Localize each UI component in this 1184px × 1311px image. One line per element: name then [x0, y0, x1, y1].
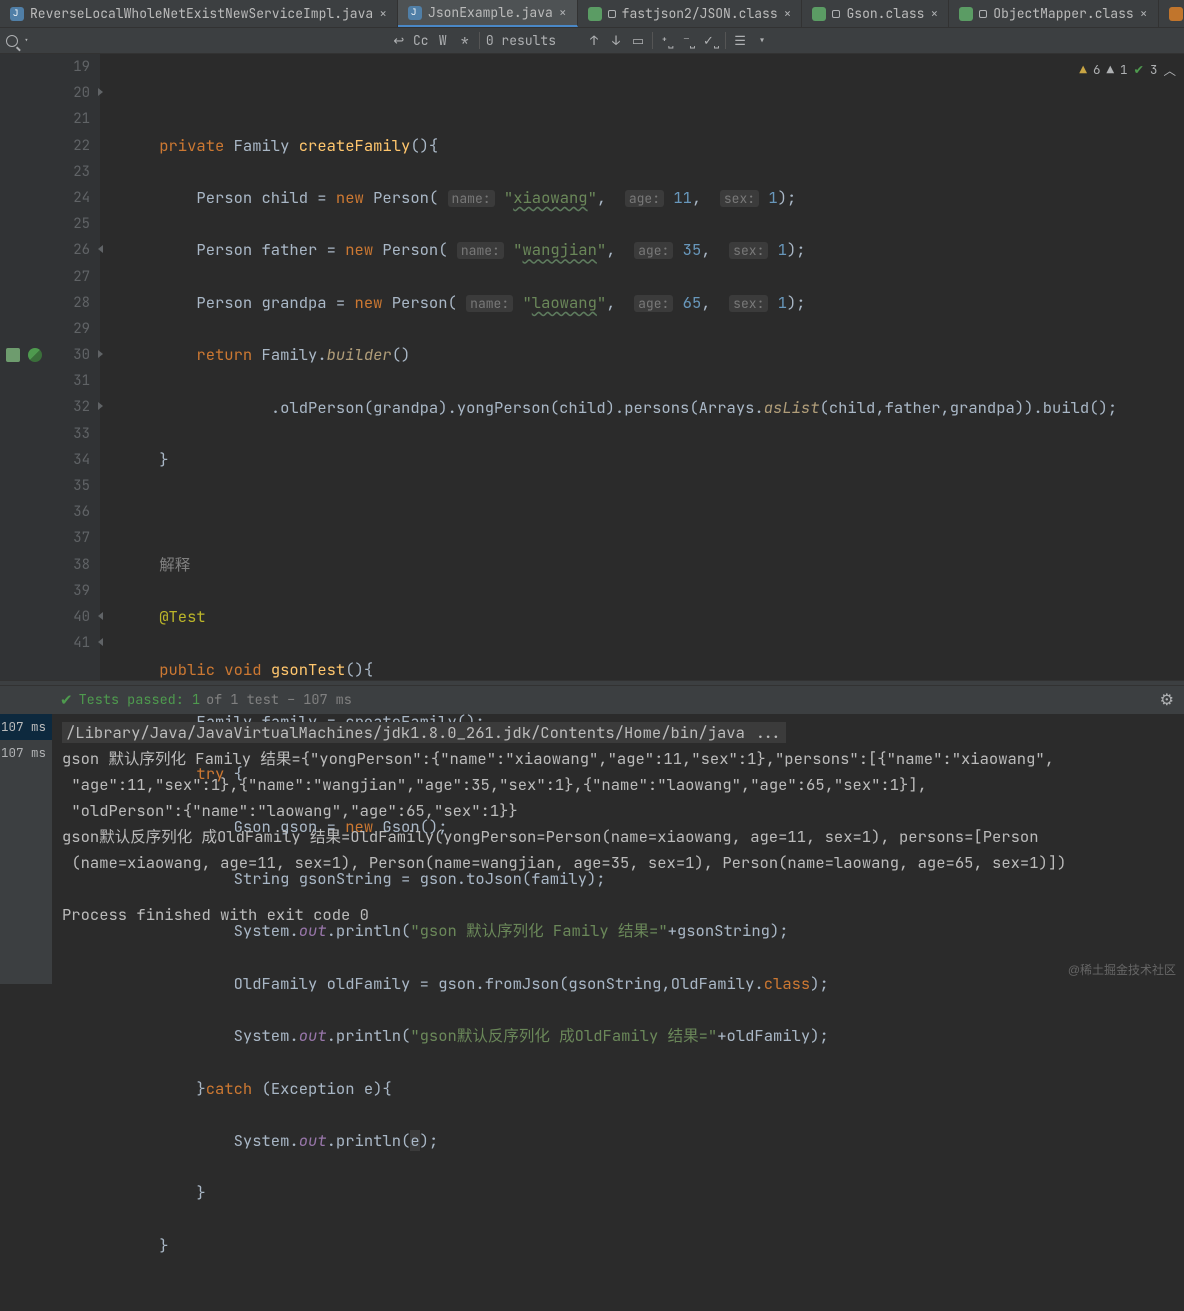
line-number: 35: [0, 473, 90, 499]
tab-objectmapper[interactable]: ObjectMapper.class×: [949, 0, 1158, 27]
fold-end-icon[interactable]: [96, 638, 106, 648]
line-number: 21: [0, 106, 90, 132]
typo-icon: ✔: [1133, 61, 1143, 78]
line-number: 24: [0, 185, 90, 211]
tests-passed-label: Tests passed: 1: [79, 691, 201, 709]
line-number: 27: [0, 264, 90, 290]
inspections-widget[interactable]: ▲6 ▲1 ✔3 ︿: [1079, 60, 1176, 79]
line-number: 22: [0, 133, 90, 159]
lock-icon: [832, 10, 840, 18]
match-case-button[interactable]: Cc: [413, 32, 429, 49]
fold-icon[interactable]: [96, 402, 106, 412]
newline-icon[interactable]: ↩: [391, 32, 407, 49]
test-duration[interactable]: 107 ms: [0, 740, 52, 766]
close-icon[interactable]: ×: [379, 5, 387, 22]
gear-icon[interactable]: ⚙: [1160, 689, 1174, 710]
editor-tabs: ReverseLocalWholeNetExistNewServiceImpl.…: [0, 0, 1184, 28]
line-number: 38: [0, 552, 90, 578]
class-icon: [588, 7, 602, 21]
options-icon[interactable]: ☰: [732, 32, 748, 49]
line-number: 28: [0, 290, 90, 316]
line-number: 20: [0, 80, 90, 106]
code-area[interactable]: private Family createFamily(){ Person ch…: [100, 54, 1117, 680]
diff-marker-icon[interactable]: [6, 348, 20, 362]
tests-total-label: of 1 test – 107 ms: [206, 691, 352, 709]
fold-end-icon[interactable]: [96, 245, 106, 255]
line-number: 33: [0, 421, 90, 447]
select-occurrences-icon[interactable]: ✓⎵: [703, 32, 719, 49]
line-number: 36: [0, 499, 90, 525]
console-line: Process finished with exit code 0: [62, 904, 369, 925]
warning-icon: ▲: [1079, 61, 1087, 78]
line-number: 41: [0, 630, 90, 656]
tab-pom[interactable]: pom.xml (pr…: [1159, 0, 1184, 27]
regex-button[interactable]: *: [457, 32, 473, 49]
line-number: 32: [0, 394, 90, 420]
tab-fastjson[interactable]: fastjson2/JSON.class×: [578, 0, 803, 27]
splitter[interactable]: ⚙: [0, 680, 1184, 686]
check-icon: ✔: [60, 690, 73, 710]
filter-icon[interactable]: ▾: [754, 32, 770, 49]
line-number: 23: [0, 159, 90, 185]
xml-icon: [1169, 7, 1183, 21]
fold-end-icon[interactable]: [96, 612, 106, 622]
line-number: 25: [0, 211, 90, 237]
close-icon[interactable]: ×: [1140, 5, 1148, 22]
line-number: 30: [0, 342, 90, 368]
line-number: 31: [0, 368, 90, 394]
java-icon: [10, 7, 24, 21]
console-line: gson 默认序列化 Family 结果={"yongPerson":{"nam…: [62, 748, 1054, 821]
close-icon[interactable]: ×: [784, 5, 792, 22]
watermark: @稀土掘金技术社区: [1068, 961, 1176, 978]
prev-match-button[interactable]: ↑: [586, 32, 602, 49]
tab-gson[interactable]: Gson.class×: [802, 0, 949, 27]
line-number: 37: [0, 525, 90, 551]
line-number: 26: [0, 237, 90, 263]
command-line: /Library/Java/JavaVirtualMachines/jdk1.8…: [62, 722, 786, 743]
close-icon[interactable]: ×: [930, 5, 938, 22]
next-match-button[interactable]: ↓: [608, 32, 624, 49]
results-count: 0 results: [486, 32, 556, 49]
console-line: gson默认反序列化 成OldFamily 结果=OldFamily(yongP…: [62, 826, 1066, 873]
close-icon[interactable]: ×: [559, 4, 567, 21]
search-icon[interactable]: [6, 35, 18, 47]
gutter[interactable]: 19 20 21 22 23 24 25 26 27 28 29 30 31 3…: [0, 54, 100, 680]
inlay-hint: 解释: [159, 554, 190, 575]
lock-icon: [608, 10, 616, 18]
line-number: 19: [0, 54, 90, 80]
test-tree[interactable]: 107 ms 107 ms: [0, 714, 52, 984]
remove-selection-icon[interactable]: ⁻⎵: [681, 32, 697, 49]
chevron-up-icon[interactable]: ︿: [1163, 60, 1176, 79]
console-output[interactable]: /Library/Java/JavaVirtualMachines/jdk1.8…: [52, 714, 1184, 984]
weak-warning-icon: ▲: [1106, 61, 1114, 78]
words-button[interactable]: W: [435, 32, 451, 49]
tab-jsonexample[interactable]: JsonExample.java×: [398, 0, 578, 27]
line-number: 29: [0, 316, 90, 342]
class-icon: [812, 7, 826, 21]
class-icon: [959, 7, 973, 21]
test-duration[interactable]: 107 ms: [0, 714, 52, 740]
line-number: 39: [0, 578, 90, 604]
code-editor[interactable]: 19 20 21 22 23 24 25 26 27 28 29 30 31 3…: [0, 54, 1184, 680]
tab-reverselocal[interactable]: ReverseLocalWholeNetExistNewServiceImpl.…: [0, 0, 398, 27]
chevron-down-icon[interactable]: ▾: [24, 36, 29, 46]
lock-icon: [979, 10, 987, 18]
line-number: 40: [0, 604, 90, 630]
select-all-button[interactable]: ▭: [630, 32, 646, 49]
fold-icon[interactable]: [96, 88, 106, 98]
run-test-icon[interactable]: [28, 348, 42, 362]
find-bar: ▾ ↩ Cc W * 0 results ↑ ↓ ▭ ⁺⎵ ⁻⎵ ✓⎵ ☰ ▾: [0, 28, 1184, 54]
line-number: 34: [0, 447, 90, 473]
java-icon: [408, 6, 422, 20]
fold-icon[interactable]: [96, 350, 106, 360]
run-tool-window: 107 ms 107 ms /Library/Java/JavaVirtualM…: [0, 714, 1184, 984]
add-selection-icon[interactable]: ⁺⎵: [659, 32, 675, 49]
